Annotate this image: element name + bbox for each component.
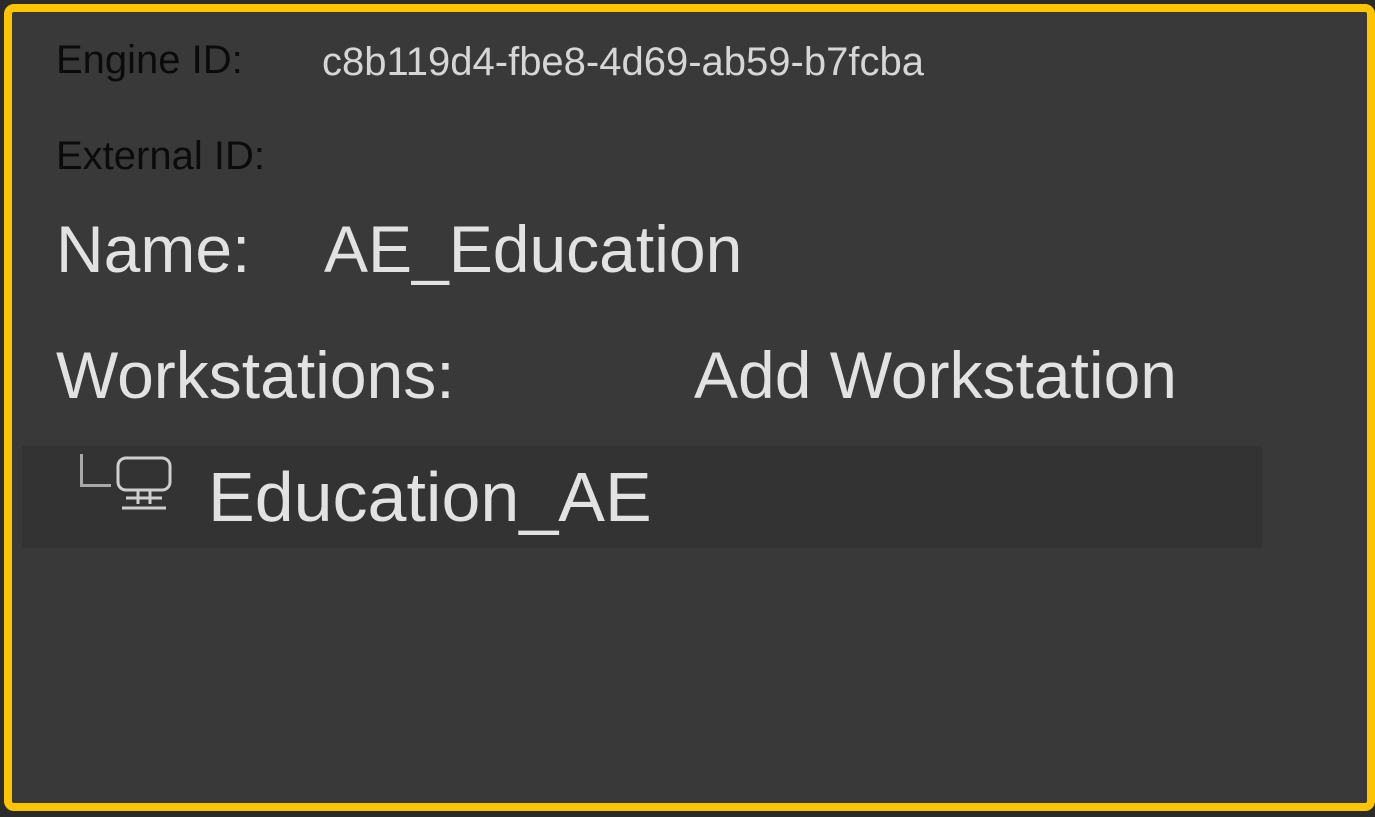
workstation-name: Education_AE [208,458,652,536]
add-workstation-button[interactable]: Add Workstation [694,342,1177,408]
name-value: AE_Education [324,212,743,286]
external-id-label: External ID: [56,134,265,178]
properties-panel: Engine ID: c8b119d4-fbe8-4d69-ab59-b7fcb… [4,4,1375,811]
engine-id-label: Engine ID: [56,38,243,82]
workstations-label: Workstations: [56,338,455,412]
tree-branch-line [80,454,111,487]
name-label: Name: [56,212,251,286]
workstation-tree-item[interactable]: Education_AE [22,446,1262,548]
engine-id-value: c8b119d4-fbe8-4d69-ab59-b7fcba [322,42,924,82]
workstation-icon [116,456,172,510]
